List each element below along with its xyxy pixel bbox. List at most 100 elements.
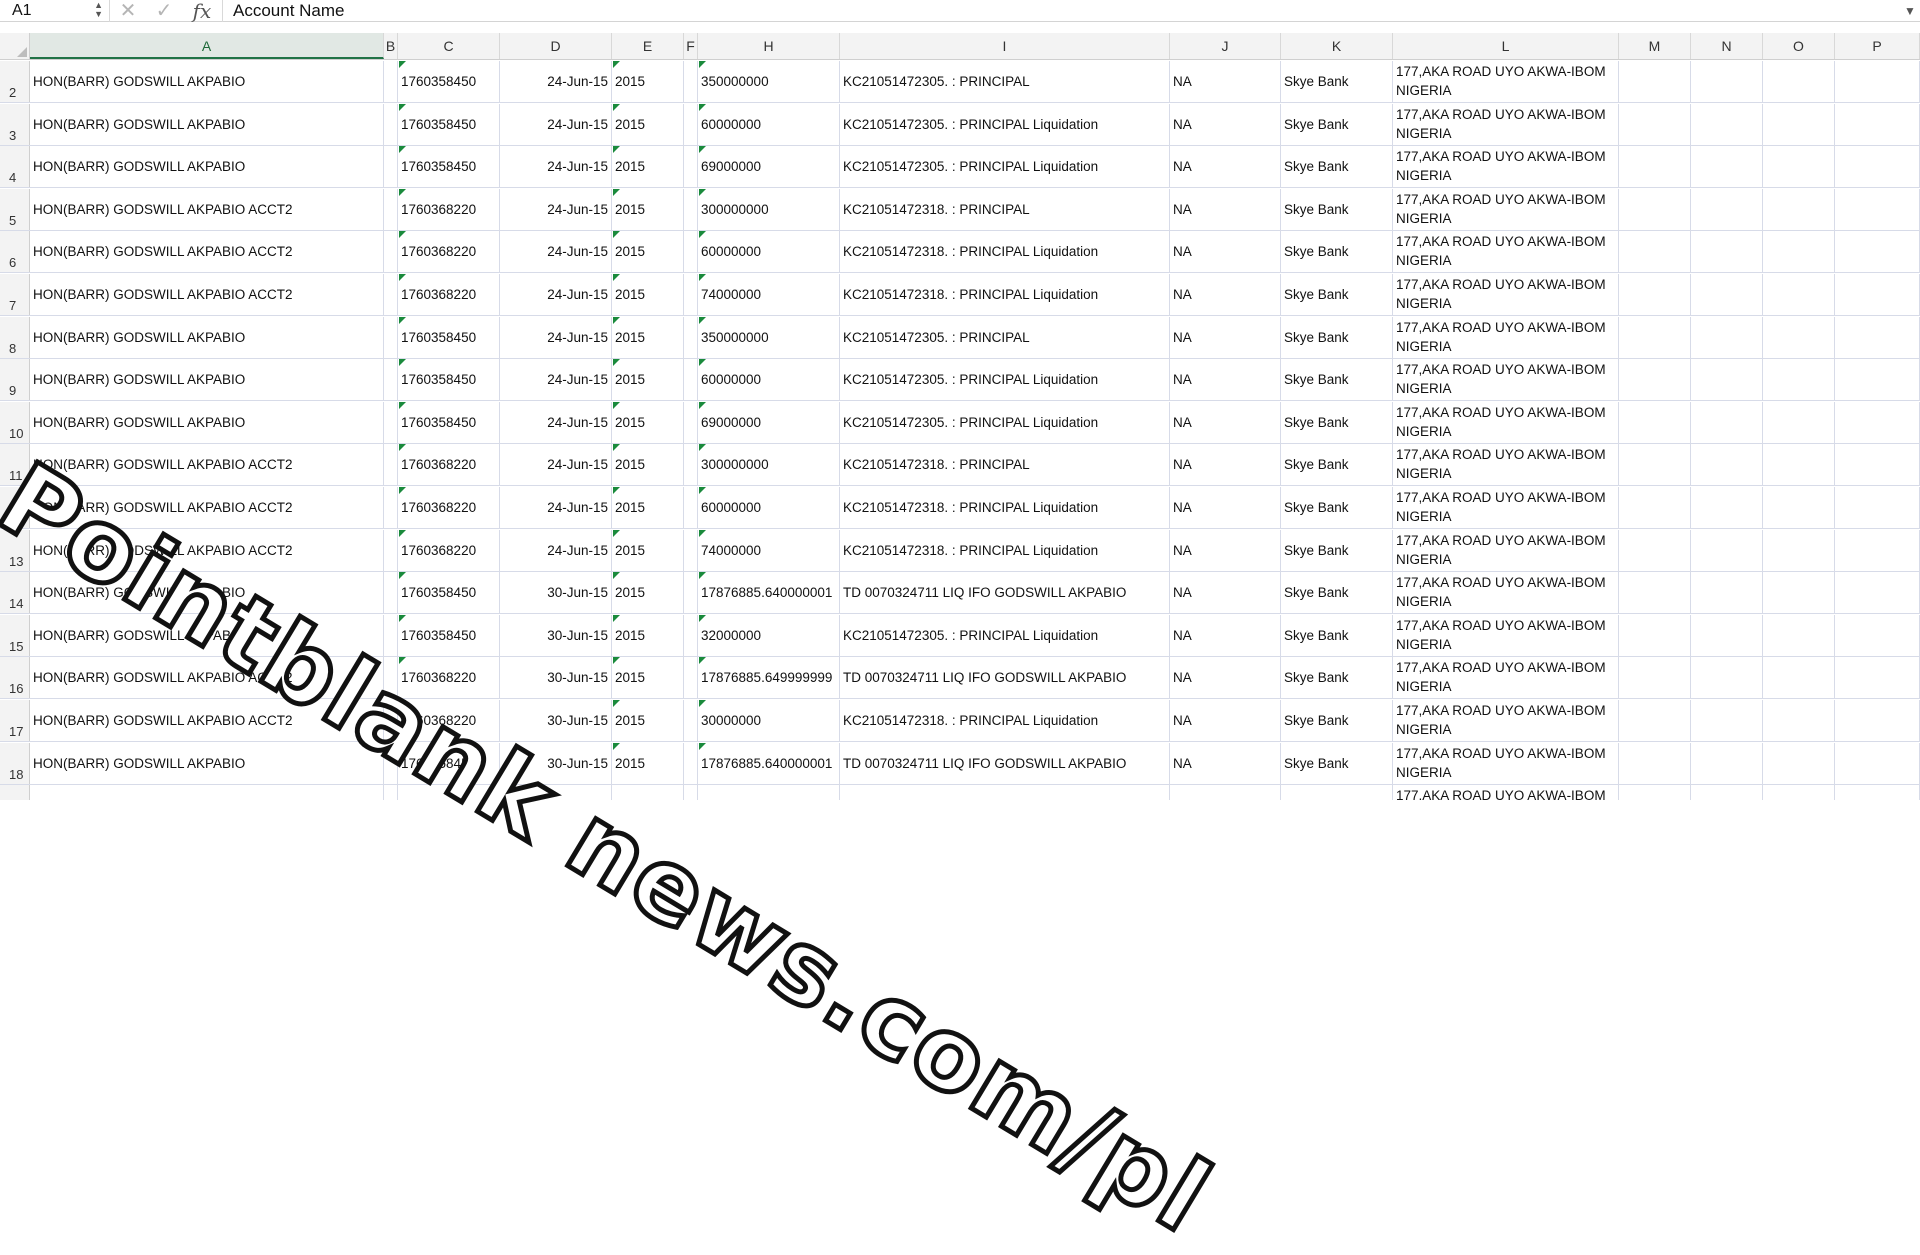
cell-p[interactable]: [1835, 785, 1920, 800]
cell-l[interactable]: 177,AKA ROAD UYO AKWA-IBOM NIGERIA: [1393, 487, 1619, 528]
cell-b[interactable]: [384, 657, 398, 699]
cell-o[interactable]: [1763, 444, 1835, 486]
cell-n[interactable]: [1691, 401, 1763, 443]
cell-k[interactable]: Skye Bank: [1281, 401, 1393, 443]
cell-d[interactable]: 24-Jun-15: [500, 444, 612, 486]
column-header-p[interactable]: P: [1835, 33, 1920, 59]
cell-c[interactable]: 1760358450: [398, 401, 500, 443]
row-header[interactable]: 19: [0, 785, 30, 800]
cell-h[interactable]: 60000000: [698, 487, 840, 528]
cell-j[interactable]: NA: [1170, 614, 1281, 656]
cell-k[interactable]: [1281, 785, 1393, 800]
cell-i[interactable]: KC21051472305. : PRINCIPAL Liquidation: [840, 614, 1170, 656]
cell-p[interactable]: [1835, 231, 1920, 273]
cell-e[interactable]: [612, 785, 684, 800]
row-header[interactable]: 17: [0, 700, 30, 741]
cell-c[interactable]: 1760358450: [398, 614, 500, 656]
cell-b[interactable]: [384, 529, 398, 571]
cell-b[interactable]: [384, 359, 398, 401]
cell-l[interactable]: 177,AKA ROAD UYO AKWA-IBOM NIGERIA: [1393, 614, 1619, 656]
cell-d[interactable]: 24-Jun-15: [500, 487, 612, 528]
cell-d[interactable]: 30-Jun-15: [500, 657, 612, 699]
cell-j[interactable]: NA: [1170, 103, 1281, 145]
cell-m[interactable]: [1619, 742, 1691, 784]
cell-a[interactable]: HON(BARR) GODSWILL AKPABIO ACCT2: [30, 657, 384, 699]
cell-f[interactable]: [684, 529, 698, 571]
cell-l[interactable]: 177,AKA ROAD UYO AKWA-IBOM NIGERIA: [1393, 700, 1619, 741]
column-header-b[interactable]: B: [384, 33, 398, 59]
cell-n[interactable]: [1691, 742, 1763, 784]
cell-i[interactable]: KC21051472318. : PRINCIPAL Liquidation: [840, 231, 1170, 273]
cell-h[interactable]: [698, 785, 840, 800]
cell-a[interactable]: HON(BARR) GODSWILL AKPABIO ACCT2: [30, 274, 384, 315]
cell-c[interactable]: 1760358450: [398, 359, 500, 401]
cell-i[interactable]: KC21051472318. : PRINCIPAL: [840, 188, 1170, 230]
cell-a[interactable]: HON(BARR) GODSWILL AKPABIO ACCT2: [30, 529, 384, 571]
cell-b[interactable]: [384, 231, 398, 273]
cell-j[interactable]: NA: [1170, 359, 1281, 401]
cell-e[interactable]: 2015: [612, 487, 684, 528]
cell-m[interactable]: [1619, 785, 1691, 800]
cell-f[interactable]: [684, 231, 698, 273]
cell-k[interactable]: Skye Bank: [1281, 487, 1393, 528]
cell-k[interactable]: Skye Bank: [1281, 444, 1393, 486]
cell-m[interactable]: [1619, 188, 1691, 230]
cell-o[interactable]: [1763, 274, 1835, 315]
select-all-corner[interactable]: [0, 33, 30, 59]
cell-c[interactable]: 1760368220: [398, 231, 500, 273]
column-header-f[interactable]: F: [684, 33, 698, 59]
cell-i[interactable]: TD 0070324711 LIQ IFO GODSWILL AKPABIO: [840, 572, 1170, 614]
cell-d[interactable]: 30-Jun-15: [500, 614, 612, 656]
cell-k[interactable]: Skye Bank: [1281, 614, 1393, 656]
cell-e[interactable]: 2015: [612, 444, 684, 486]
cell-a[interactable]: HON(BARR) GODSWILL AKPABIO ACCT2: [30, 444, 384, 486]
cell-m[interactable]: [1619, 231, 1691, 273]
name-box[interactable]: A1 ▲ ▼: [0, 0, 110, 22]
cell-j[interactable]: NA: [1170, 61, 1281, 102]
cell-c[interactable]: 1760358450: [398, 61, 500, 102]
cell-o[interactable]: [1763, 103, 1835, 145]
row-header[interactable]: 5: [0, 188, 30, 230]
cell-n[interactable]: [1691, 231, 1763, 273]
cell-o[interactable]: [1763, 146, 1835, 188]
cell-e[interactable]: 2015: [612, 231, 684, 273]
cell-o[interactable]: [1763, 188, 1835, 230]
cell-h[interactable]: 32000000: [698, 614, 840, 656]
cell-m[interactable]: [1619, 487, 1691, 528]
cell-k[interactable]: Skye Bank: [1281, 274, 1393, 315]
cell-l[interactable]: 177,AKA ROAD UYO AKWA-IBOM NIGERIA: [1393, 61, 1619, 102]
cell-d[interactable]: 24-Jun-15: [500, 188, 612, 230]
cell-o[interactable]: [1763, 316, 1835, 358]
cell-h[interactable]: 17876885.649999999: [698, 657, 840, 699]
cell-a[interactable]: [30, 785, 384, 800]
cell-b[interactable]: [384, 487, 398, 528]
cell-f[interactable]: [684, 103, 698, 145]
cell-h[interactable]: 69000000: [698, 401, 840, 443]
cell-e[interactable]: 2015: [612, 61, 684, 102]
cell-k[interactable]: Skye Bank: [1281, 316, 1393, 358]
column-header-j[interactable]: J: [1170, 33, 1281, 59]
cell-a[interactable]: HON(BARR) GODSWILL AKPABIO ACCT2: [30, 487, 384, 528]
column-header-l[interactable]: L: [1393, 33, 1619, 59]
cell-p[interactable]: [1835, 188, 1920, 230]
cell-i[interactable]: KC21051472318. : PRINCIPAL Liquidation: [840, 700, 1170, 741]
cell-j[interactable]: NA: [1170, 529, 1281, 571]
cell-o[interactable]: [1763, 61, 1835, 102]
cell-d[interactable]: 24-Jun-15: [500, 401, 612, 443]
cell-i[interactable]: TD 0070324711 LIQ IFO GODSWILL AKPABIO: [840, 742, 1170, 784]
cell-h[interactable]: 350000000: [698, 316, 840, 358]
cell-o[interactable]: [1763, 401, 1835, 443]
cell-c[interactable]: 1760368220: [398, 444, 500, 486]
cell-d[interactable]: [500, 785, 612, 800]
cell-a[interactable]: HON(BARR) GODSWILL AKPABIO ACCT2: [30, 231, 384, 273]
cell-f[interactable]: [684, 61, 698, 102]
cell-h[interactable]: 69000000: [698, 146, 840, 188]
cell-m[interactable]: [1619, 103, 1691, 145]
cell-p[interactable]: [1835, 657, 1920, 699]
cell-e[interactable]: 2015: [612, 103, 684, 145]
cell-e[interactable]: 2015: [612, 188, 684, 230]
column-header-k[interactable]: K: [1281, 33, 1393, 59]
cell-d[interactable]: 24-Jun-15: [500, 316, 612, 358]
cell-i[interactable]: KC21051472318. : PRINCIPAL Liquidation: [840, 274, 1170, 315]
column-header-c[interactable]: C: [398, 33, 500, 59]
